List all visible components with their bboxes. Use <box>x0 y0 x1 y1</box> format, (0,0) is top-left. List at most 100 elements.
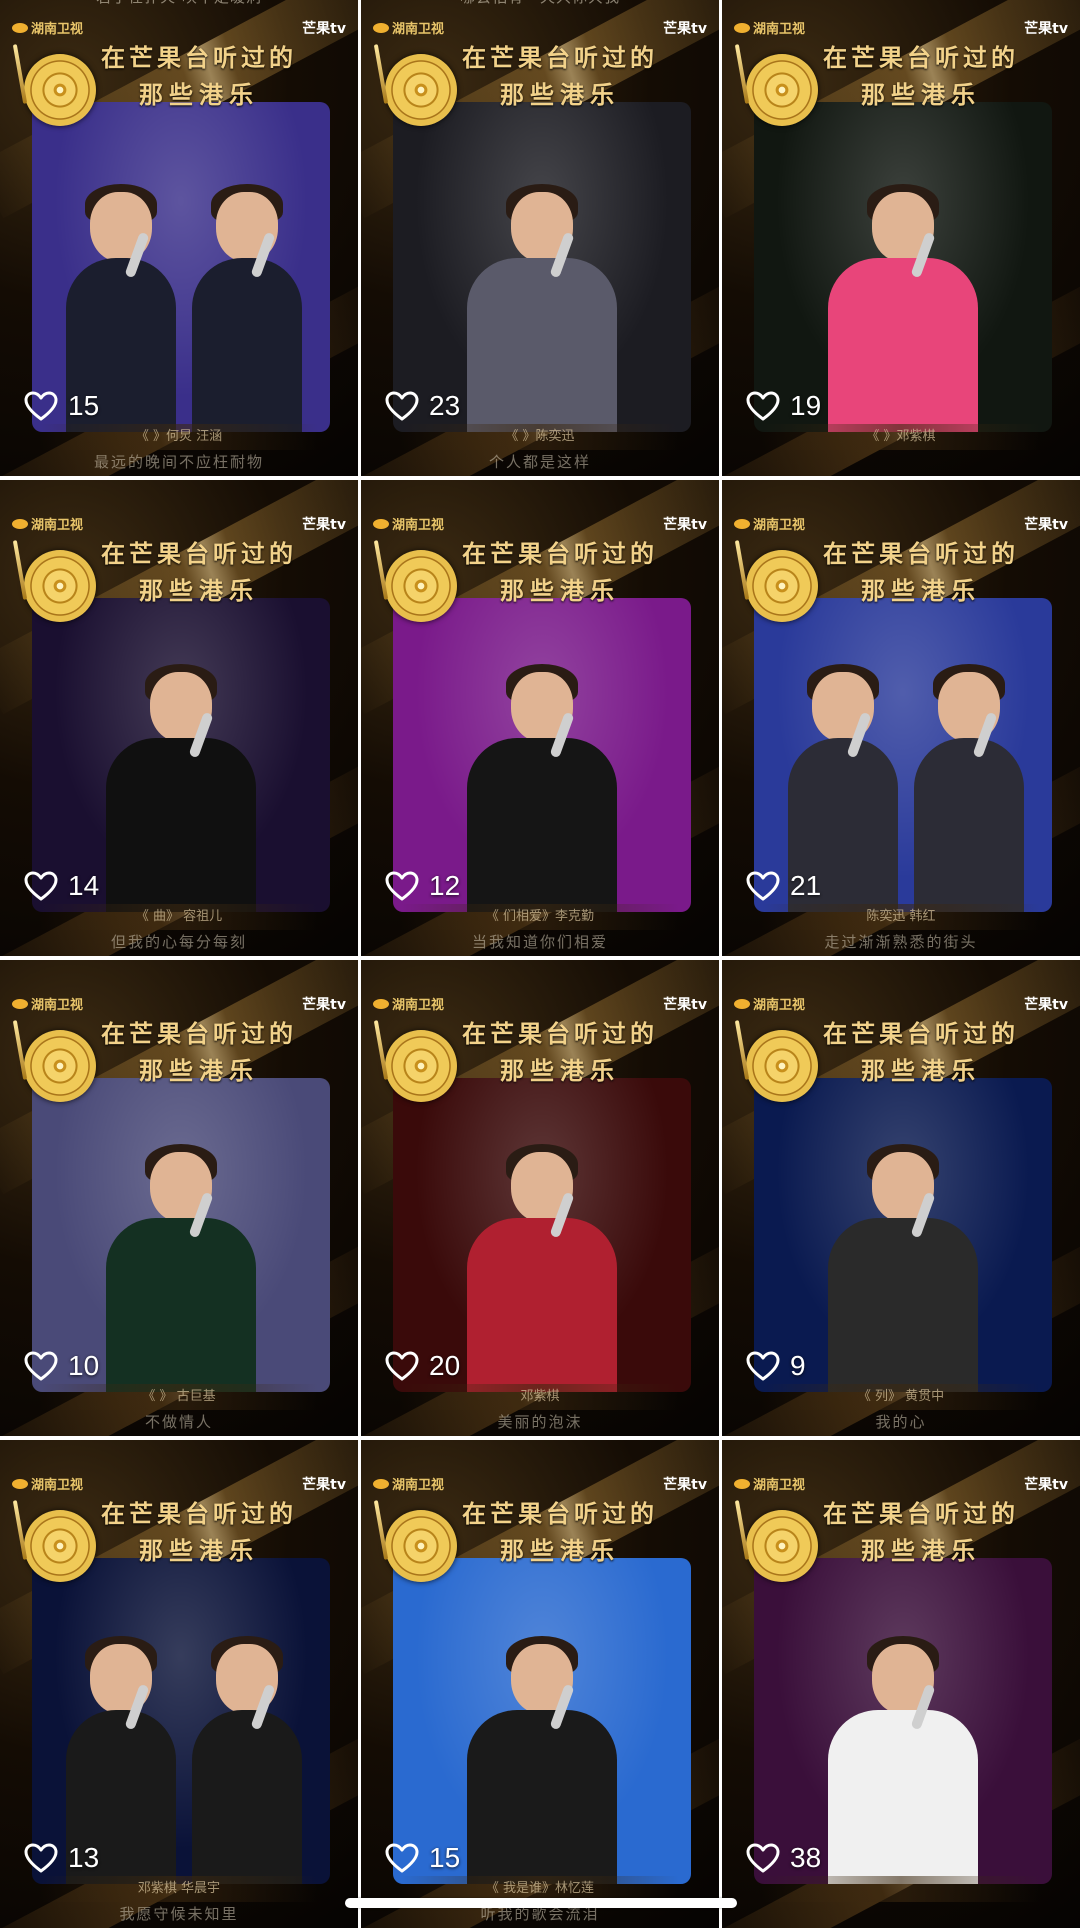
like-button[interactable]: 15 <box>385 1842 460 1874</box>
song-caption: 《 们相爱》李克勤 <box>401 904 679 930</box>
heart-icon <box>385 391 419 421</box>
gold-record-icon <box>24 54 96 126</box>
logo-right-text: 芒果tv <box>302 21 346 37</box>
tile-headline: 在芒果台听过的 那些港乐 <box>782 1494 1060 1566</box>
like-button[interactable]: 9 <box>746 1350 806 1382</box>
mango-tv-logo: 芒果tv <box>302 1474 346 1494</box>
video-frame <box>393 598 691 912</box>
song-caption: 陈奕迅 韩红 <box>762 904 1040 930</box>
logo-mark-icon <box>734 518 750 529</box>
logo-right-text: 芒果tv <box>663 997 707 1013</box>
heart-icon <box>24 391 58 421</box>
bottom-lyric: 最远的晚间不应枉耐物 <box>93 453 264 471</box>
like-button[interactable]: 20 <box>385 1350 460 1382</box>
mango-tv-logo: 芒果tv <box>663 1474 707 1494</box>
video-tile[interactable]: 湖南卫视 芒果tv 在芒果台听过的 那些港乐 《 》 古巨基 不做情人 10 <box>0 960 358 1436</box>
video-tile[interactable]: 湖南卫视 芒果tv 在芒果台听过的 那些港乐 邓紫棋 华晨宇 我愿守候未知里 1… <box>0 1440 358 1928</box>
hunan-tv-logo: 湖南卫视 <box>12 1474 83 1493</box>
like-button[interactable]: 15 <box>24 390 99 422</box>
logo-left-text: 湖南卫视 <box>753 1478 806 1493</box>
logo-left-text: 湖南卫视 <box>753 998 806 1013</box>
like-button[interactable]: 10 <box>24 1350 99 1382</box>
gold-record-icon <box>746 1510 818 1582</box>
like-button[interactable]: 14 <box>24 870 99 902</box>
home-indicator[interactable] <box>345 1898 737 1908</box>
video-frame <box>32 1078 330 1392</box>
hunan-tv-logo: 湖南卫视 <box>373 514 444 533</box>
video-frame <box>754 598 1052 912</box>
video-tile[interactable]: 湖南卫视 芒果tv 在芒果台听过的 那些港乐 陈奕迅 韩红 走过渐渐熟悉的街头 … <box>722 480 1080 956</box>
like-button[interactable]: 19 <box>746 390 821 422</box>
top-lyric: because <box>722 0 1080 4</box>
performer <box>467 664 617 912</box>
hunan-tv-logo: 湖南卫视 <box>734 1474 805 1493</box>
like-button[interactable]: 23 <box>385 390 460 422</box>
gold-record-icon <box>385 1030 457 1102</box>
tonearm-icon <box>373 44 389 104</box>
heart-icon <box>746 871 780 901</box>
video-tile[interactable]: 湖南卫视 芒果tv 在芒果台听过的 那些港乐 《 我是谁》林忆莲 听我的歌会流泪… <box>361 1440 719 1928</box>
video-tile[interactable]: 哪会怕有一天只你共我 湖南卫视 芒果tv 在芒果台听过的 那些港乐 《 》陈奕迅… <box>361 0 719 476</box>
like-count: 14 <box>68 870 100 901</box>
tonearm-icon <box>12 1020 28 1080</box>
hunan-tv-logo: 湖南卫视 <box>373 18 444 37</box>
headline-line1: 在芒果台听过的 <box>462 539 658 568</box>
mango-tv-logo: 芒果tv <box>302 514 346 534</box>
top-lyric: 哪会怕有一天只你共我 <box>361 0 719 7</box>
like-count: 21 <box>790 870 822 901</box>
song-caption: 《 列》 黄贯中 <box>762 1384 1040 1410</box>
mango-tv-logo: 芒果tv <box>1024 1474 1068 1494</box>
tonearm-icon <box>734 1020 750 1080</box>
video-frame <box>393 1078 691 1392</box>
video-tile[interactable]: 君子在扑火 吹不走暖洞 湖南卫视 芒果tv 在芒果台听过的 那些港乐 《 》何炅… <box>0 0 358 476</box>
video-tile[interactable]: because 湖南卫视 芒果tv 在芒果台听过的 那些港乐 《 》邓紫棋 19 <box>722 0 1080 476</box>
like-count: 9 <box>790 1350 806 1381</box>
tonearm-icon <box>373 540 389 600</box>
video-tile[interactable]: 湖南卫视 芒果tv 在芒果台听过的 那些港乐 《 列》 黄贯中 我的心 9 <box>722 960 1080 1436</box>
song-caption: 《 》陈奕迅 <box>401 424 679 450</box>
headline-line2: 那些港乐 <box>139 1056 259 1085</box>
tile-headline: 在芒果台听过的 那些港乐 <box>60 1014 338 1086</box>
gold-record-icon <box>746 54 818 126</box>
song-caption: 邓紫棋 <box>401 1384 679 1410</box>
like-count: 20 <box>429 1350 461 1381</box>
like-button[interactable]: 38 <box>746 1842 821 1874</box>
tonearm-icon <box>12 540 28 600</box>
video-tile[interactable]: 湖南卫视 芒果tv 在芒果台听过的 那些港乐 《 们相爱》李克勤 当我知道你们相… <box>361 480 719 956</box>
logo-right-text: 芒果tv <box>1024 997 1068 1013</box>
logo-right-text: 芒果tv <box>1024 517 1068 533</box>
tile-headline: 在芒果台听过的 那些港乐 <box>782 1014 1060 1086</box>
like-button[interactable]: 13 <box>24 1842 99 1874</box>
performer <box>828 1144 978 1392</box>
tonearm-icon <box>12 1500 28 1560</box>
mango-tv-logo: 芒果tv <box>1024 18 1068 38</box>
bottom-lyric: 我愿守候未知里 <box>119 1905 239 1923</box>
heart-icon <box>24 871 58 901</box>
like-button[interactable]: 21 <box>746 870 821 902</box>
song-caption: 《 》何炅 汪涵 <box>40 424 318 450</box>
song-caption: 《 曲》 容祖儿 <box>40 904 318 930</box>
mango-tv-logo: 芒果tv <box>1024 994 1068 1014</box>
heart-icon <box>385 1843 419 1873</box>
tonearm-icon <box>373 1020 389 1080</box>
tile-headline: 在芒果台听过的 那些港乐 <box>421 534 699 606</box>
video-tile[interactable]: 湖南卫视 芒果tv 在芒果台听过的 那些港乐 邓紫棋 美丽的泡沫 20 <box>361 960 719 1436</box>
bottom-lyric: 我的心 <box>875 1413 927 1431</box>
logo-mark-icon <box>734 1478 750 1489</box>
video-tile[interactable]: 湖南卫视 芒果tv 在芒果台听过的 那些港乐 38 <box>722 1440 1080 1928</box>
gold-record-icon <box>746 550 818 622</box>
headline-line2: 那些港乐 <box>861 80 981 109</box>
performer <box>106 664 256 912</box>
video-frame <box>754 1558 1052 1884</box>
mango-tv-logo: 芒果tv <box>663 994 707 1014</box>
like-button[interactable]: 12 <box>385 870 460 902</box>
video-frame <box>32 1558 330 1884</box>
gold-record-icon <box>24 550 96 622</box>
song-caption: 邓紫棋 华晨宇 <box>40 1876 318 1902</box>
headline-line2: 那些港乐 <box>861 1536 981 1565</box>
heart-icon <box>385 1351 419 1381</box>
video-tile[interactable]: 湖南卫视 芒果tv 在芒果台听过的 那些港乐 《 曲》 容祖儿 但我的心每分每刻… <box>0 480 358 956</box>
video-frame <box>393 1558 691 1884</box>
heart-icon <box>746 1843 780 1873</box>
headline-line2: 那些港乐 <box>500 80 620 109</box>
